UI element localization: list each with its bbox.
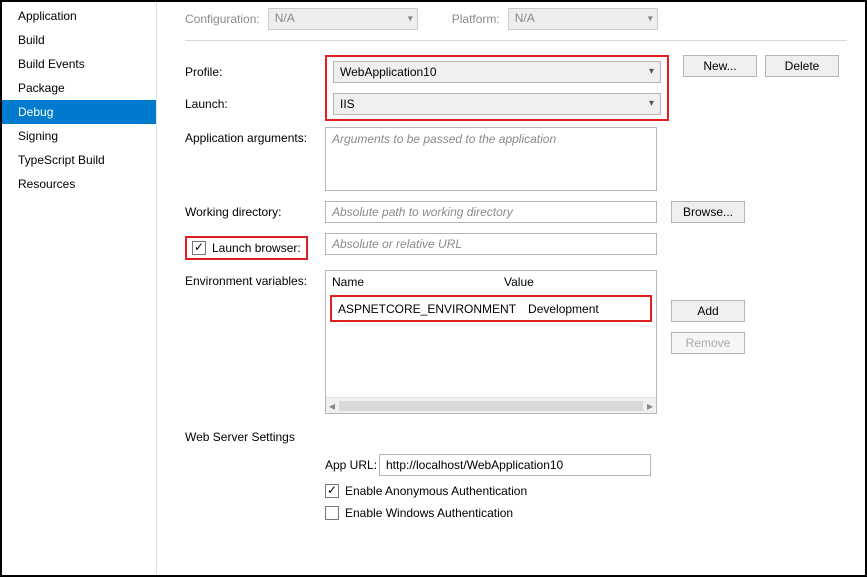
chevron-down-icon: ▾ (649, 94, 654, 114)
web-server-heading: Web Server Settings (185, 430, 847, 444)
env-row-highlight: ASPNETCORE_ENVIRONMENT Development (330, 295, 652, 322)
configuration-bar: Configuration: N/A ▾ Platform: N/A ▾ (185, 8, 847, 41)
env-name-cell: ASPNETCORE_ENVIRONMENT (332, 298, 522, 320)
platform-value: N/A (515, 11, 535, 25)
table-header: Name Value (326, 271, 656, 293)
launch-browser-highlight: Launch browser: (185, 236, 308, 260)
launch-browser-label: Launch browser: (212, 241, 301, 255)
configuration-label: Configuration: (185, 12, 260, 26)
anon-auth-label: Enable Anonymous Authentication (345, 484, 527, 498)
app-url-input[interactable]: http://localhost/WebApplication10 (379, 454, 651, 476)
profile-select[interactable]: WebApplication10 ▾ (333, 61, 661, 83)
sidebar-item-signing[interactable]: Signing (2, 124, 156, 148)
env-vars-table: Name Value ASPNETCORE_ENVIRONMENT Develo… (325, 270, 657, 414)
chevron-down-icon: ▾ (648, 14, 653, 25)
new-profile-button[interactable]: New... (683, 55, 757, 77)
env-vars-label: Environment variables: (185, 270, 325, 288)
profile-value: WebApplication10 (340, 65, 437, 79)
app-arguments-input[interactable]: Arguments to be passed to the applicatio… (325, 127, 657, 191)
app-url-label: App URL: (325, 458, 379, 472)
profile-label: Profile: (185, 55, 325, 89)
win-auth-checkbox[interactable]: Enable Windows Authentication (325, 506, 513, 520)
launch-browser-checkbox[interactable]: Launch browser: (192, 241, 301, 255)
debug-panel: Configuration: N/A ▾ Platform: N/A ▾ Pro… (157, 2, 865, 575)
chevron-down-icon: ▾ (408, 14, 413, 25)
checkbox-icon (325, 506, 339, 520)
delete-profile-button[interactable]: Delete (765, 55, 839, 77)
sidebar-item-resources[interactable]: Resources (2, 172, 156, 196)
project-properties-sidebar: Application Build Build Events Package D… (2, 2, 157, 575)
launch-label: Launch: (185, 89, 325, 119)
win-auth-label: Enable Windows Authentication (345, 506, 513, 520)
header-value[interactable]: Value (498, 271, 656, 293)
sidebar-item-application[interactable]: Application (2, 4, 156, 28)
table-row[interactable]: ASPNETCORE_ENVIRONMENT Development (332, 297, 650, 320)
sidebar-item-build[interactable]: Build (2, 28, 156, 52)
configuration-value: N/A (275, 11, 295, 25)
launch-browser-url-input[interactable]: Absolute or relative URL (325, 233, 657, 255)
platform-label: Platform: (452, 12, 500, 26)
sidebar-item-debug[interactable]: Debug (2, 100, 156, 124)
launch-select[interactable]: IIS ▾ (333, 93, 661, 115)
checkbox-icon (325, 484, 339, 498)
add-env-button[interactable]: Add (671, 300, 745, 322)
app-arguments-label: Application arguments: (185, 127, 325, 145)
sidebar-item-package[interactable]: Package (2, 76, 156, 100)
sidebar-item-typescript-build[interactable]: TypeScript Build (2, 148, 156, 172)
working-dir-label: Working directory: (185, 201, 325, 219)
profile-launch-highlight: WebApplication10 ▾ IIS ▾ (325, 55, 669, 121)
launch-value: IIS (340, 97, 355, 111)
scroll-left-icon[interactable]: ◂ (329, 399, 335, 413)
platform-select: N/A ▾ (508, 8, 658, 30)
env-value-cell: Development (522, 298, 650, 320)
browse-button[interactable]: Browse... (671, 201, 745, 223)
horizontal-scrollbar[interactable]: ◂ ▸ (326, 397, 656, 413)
configuration-select: N/A ▾ (268, 8, 418, 30)
anon-auth-checkbox[interactable]: Enable Anonymous Authentication (325, 484, 527, 498)
header-name[interactable]: Name (326, 271, 498, 293)
sidebar-item-build-events[interactable]: Build Events (2, 52, 156, 76)
chevron-down-icon: ▾ (649, 62, 654, 82)
checkbox-icon (192, 241, 206, 255)
remove-env-button: Remove (671, 332, 745, 354)
scroll-right-icon[interactable]: ▸ (647, 399, 653, 413)
working-dir-input[interactable]: Absolute path to working directory (325, 201, 657, 223)
